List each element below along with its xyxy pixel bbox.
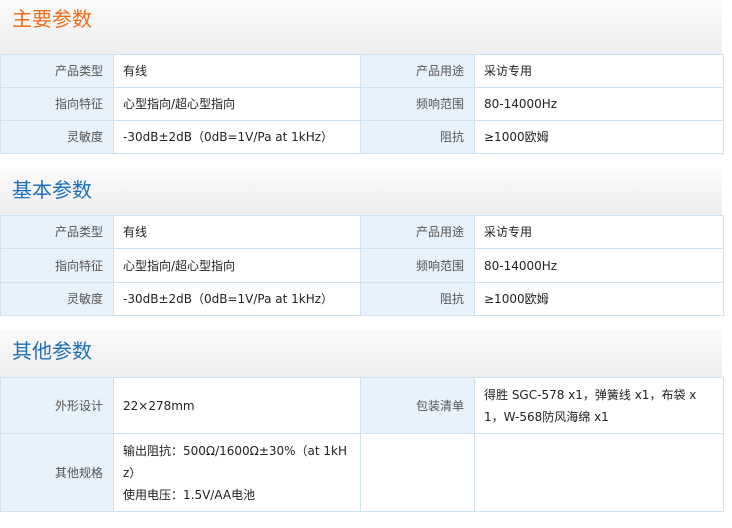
table-row: 指向特征 心型指向/超心型指向 频响范围 80-14000Hz bbox=[0, 248, 724, 283]
param-label: 频响范围 bbox=[360, 248, 475, 283]
param-label: 包装清单 bbox=[360, 377, 475, 434]
param-value: 22×278mm bbox=[113, 377, 361, 434]
table-row: 产品类型 有线 产品用途 采访专用 bbox=[0, 54, 724, 88]
table-row: 产品类型 有线 产品用途 采访专用 bbox=[0, 215, 724, 249]
table-row: 其他规格 输出阻抗：500Ω/1600Ω±30%（at 1kHz） 使用电压：1… bbox=[0, 433, 724, 512]
param-value: 输出阻抗：500Ω/1600Ω±30%（at 1kHz） 使用电压：1.5V/A… bbox=[113, 433, 361, 512]
param-label bbox=[360, 433, 475, 512]
param-label: 频响范围 bbox=[360, 87, 475, 121]
param-label: 灵敏度 bbox=[0, 282, 114, 316]
param-value: -30dB±2dB（0dB=1V/Pa at 1kHz） bbox=[113, 282, 361, 316]
param-label: 指向特征 bbox=[0, 87, 114, 121]
section-title-other: 其他参数 bbox=[12, 339, 92, 363]
params-table-main: 产品类型 有线 产品用途 采访专用 指向特征 心型指向/超心型指向 频响范围 8… bbox=[0, 54, 724, 154]
param-label: 其他规格 bbox=[0, 433, 114, 512]
param-label: 灵敏度 bbox=[0, 120, 114, 154]
param-label: 产品类型 bbox=[0, 215, 114, 249]
param-label: 产品类型 bbox=[0, 54, 114, 88]
param-value: 80-14000Hz bbox=[474, 248, 724, 283]
table-row: 外形设计 22×278mm 包装清单 得胜 SGC-578 x1，弹簧线 x1，… bbox=[0, 377, 724, 434]
table-row: 灵敏度 -30dB±2dB（0dB=1V/Pa at 1kHz） 阻抗 ≥100… bbox=[0, 120, 724, 154]
param-value bbox=[474, 433, 724, 512]
param-value: 心型指向/超心型指向 bbox=[113, 87, 361, 121]
section-header-main: 主要参数 bbox=[0, 0, 722, 54]
param-label: 外形设计 bbox=[0, 377, 114, 434]
param-label: 产品用途 bbox=[360, 215, 475, 249]
table-row: 指向特征 心型指向/超心型指向 频响范围 80-14000Hz bbox=[0, 87, 724, 121]
section-header-other: 其他参数 bbox=[0, 330, 722, 377]
params-table-basic: 产品类型 有线 产品用途 采访专用 指向特征 心型指向/超心型指向 频响范围 8… bbox=[0, 215, 724, 316]
param-value: 采访专用 bbox=[474, 215, 724, 249]
section-title-basic: 基本参数 bbox=[12, 178, 92, 202]
param-value: 得胜 SGC-578 x1，弹簧线 x1，布袋 x1，W-568防风海绵 x1 bbox=[474, 377, 724, 434]
section-header-basic: 基本参数 bbox=[0, 169, 722, 215]
output-impedance-text: 输出阻抗：500Ω/1600Ω±30%（at 1kHz） bbox=[123, 443, 348, 480]
param-label: 阻抗 bbox=[360, 282, 475, 316]
param-value: 心型指向/超心型指向 bbox=[113, 248, 361, 283]
params-table-other: 外形设计 22×278mm 包装清单 得胜 SGC-578 x1，弹簧线 x1，… bbox=[0, 377, 724, 512]
param-label: 阻抗 bbox=[360, 120, 475, 154]
param-value: 有线 bbox=[113, 215, 361, 249]
param-value: -30dB±2dB（0dB=1V/Pa at 1kHz） bbox=[113, 120, 361, 154]
table-row: 灵敏度 -30dB±2dB（0dB=1V/Pa at 1kHz） 阻抗 ≥100… bbox=[0, 282, 724, 316]
param-value: 有线 bbox=[113, 54, 361, 88]
param-value: 80-14000Hz bbox=[474, 87, 724, 121]
param-value: ≥1000欧姆 bbox=[474, 282, 724, 316]
section-title-main: 主要参数 bbox=[12, 7, 92, 31]
param-label: 产品用途 bbox=[360, 54, 475, 88]
param-value: ≥1000欧姆 bbox=[474, 120, 724, 154]
param-label: 指向特征 bbox=[0, 248, 114, 283]
param-value: 采访专用 bbox=[474, 54, 724, 88]
voltage-text: 使用电压：1.5V/AA电池 bbox=[123, 487, 256, 502]
